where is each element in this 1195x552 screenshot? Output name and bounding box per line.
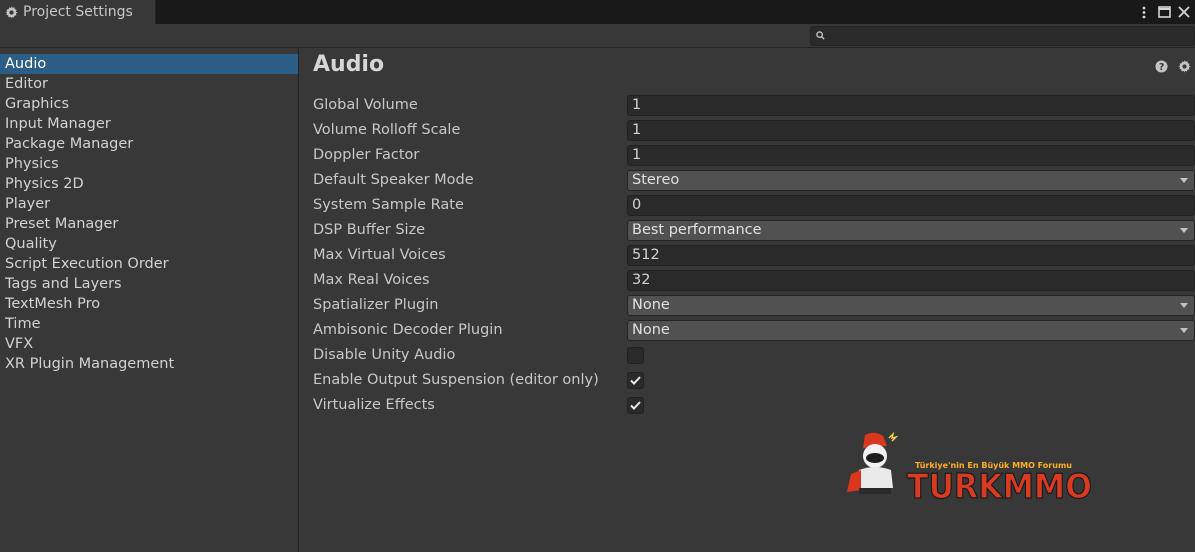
mascot-icon	[847, 431, 899, 494]
volume-rolloff-scale-field[interactable]: 1	[627, 120, 1195, 141]
setting-row-max-real-voices: Max Real Voices 32	[300, 268, 1195, 293]
setting-row-volume-rolloff-scale: Volume Rolloff Scale 1	[300, 118, 1195, 143]
setting-row-max-virtual-voices: Max Virtual Voices 512	[300, 243, 1195, 268]
watermark-brand: TURKMMO	[907, 467, 1092, 505]
setting-row-virtualize-effects: Virtualize Effects	[300, 393, 1195, 418]
sidebar-item-vfx[interactable]: VFX	[0, 334, 298, 354]
setting-row-global-volume: Global Volume 1	[300, 93, 1195, 118]
sidebar-item-graphics[interactable]: Graphics	[0, 94, 298, 114]
setting-label: DSP Buffer Size	[313, 222, 426, 238]
global-volume-field[interactable]: 1	[627, 95, 1195, 116]
sidebar-item-time[interactable]: Time	[0, 314, 298, 334]
setting-row-doppler-factor: Doppler Factor 1	[300, 143, 1195, 168]
sidebar-item-physics-2d[interactable]: Physics 2D	[0, 174, 298, 194]
setting-label: Spatializer Plugin	[313, 297, 439, 313]
system-sample-rate-field[interactable]: 0	[627, 195, 1195, 216]
default-speaker-mode-dropdown[interactable]: Stereo	[627, 170, 1195, 191]
search-icon	[816, 28, 825, 44]
spatializer-plugin-dropdown[interactable]: None	[627, 295, 1195, 316]
sidebar-item-player[interactable]: Player	[0, 194, 298, 214]
sidebar-item-editor[interactable]: Editor	[0, 74, 298, 94]
chevron-down-icon	[1180, 303, 1188, 308]
dropdown-value: None	[632, 322, 670, 338]
setting-label: Enable Output Suspension (editor only)	[313, 372, 599, 388]
max-virtual-voices-field[interactable]: 512	[627, 245, 1195, 266]
chevron-down-icon	[1180, 228, 1188, 233]
settings-sidebar: Audio Editor Graphics Input Manager Pack…	[0, 48, 299, 552]
checkmark-icon	[630, 376, 641, 385]
enable-output-suspension-checkbox[interactable]	[627, 372, 644, 389]
sidebar-item-xr-plugin-management[interactable]: XR Plugin Management	[0, 354, 298, 374]
dropdown-value: None	[632, 297, 670, 313]
setting-label: Ambisonic Decoder Plugin	[313, 322, 503, 338]
setting-label: Disable Unity Audio	[313, 347, 456, 363]
sidebar-item-textmesh-pro[interactable]: TextMesh Pro	[0, 294, 298, 314]
search-input[interactable]	[831, 29, 1194, 43]
setting-label: Max Virtual Voices	[313, 247, 446, 263]
dsp-buffer-size-dropdown[interactable]: Best performance	[627, 220, 1195, 241]
sidebar-item-tags-and-layers[interactable]: Tags and Layers	[0, 274, 298, 294]
search-box[interactable]	[810, 26, 1195, 46]
sidebar-item-script-execution-order[interactable]: Script Execution Order	[0, 254, 298, 274]
setting-row-enable-output-suspension: Enable Output Suspension (editor only)	[300, 368, 1195, 393]
setting-row-system-sample-rate: System Sample Rate 0	[300, 193, 1195, 218]
tab-project-settings[interactable]: Project Settings	[0, 0, 156, 24]
window-titlebar: Project Settings	[0, 0, 1195, 24]
more-icon[interactable]	[1137, 5, 1151, 19]
gear-icon	[4, 5, 18, 19]
setting-label: Doppler Factor	[313, 147, 420, 163]
disable-unity-audio-checkbox[interactable]	[627, 347, 644, 364]
dropdown-value: Best performance	[632, 222, 762, 238]
chevron-down-icon	[1180, 178, 1188, 183]
maximize-icon[interactable]	[1157, 5, 1171, 19]
setting-row-default-speaker-mode: Default Speaker Mode Stereo	[300, 168, 1195, 193]
sidebar-item-physics[interactable]: Physics	[0, 154, 298, 174]
max-real-voices-field[interactable]: 32	[627, 270, 1195, 291]
chevron-down-icon	[1180, 328, 1188, 333]
sidebar-item-input-manager[interactable]: Input Manager	[0, 114, 298, 134]
ambisonic-decoder-plugin-dropdown[interactable]: None	[627, 320, 1195, 341]
setting-row-ambisonic-decoder-plugin: Ambisonic Decoder Plugin None	[300, 318, 1195, 343]
window-title: Project Settings	[23, 4, 133, 20]
setting-label: Default Speaker Mode	[313, 172, 474, 188]
sidebar-item-package-manager[interactable]: Package Manager	[0, 134, 298, 154]
virtualize-effects-checkbox[interactable]	[627, 397, 644, 414]
page-title: Audio	[313, 52, 385, 77]
setting-label: Global Volume	[313, 97, 418, 113]
settings-gear-icon[interactable]	[1177, 59, 1191, 73]
setting-label: Virtualize Effects	[313, 397, 435, 413]
dropdown-value: Stereo	[632, 172, 680, 188]
toolbar	[0, 24, 1195, 48]
sidebar-item-preset-manager[interactable]: Preset Manager	[0, 214, 298, 234]
setting-row-spatializer-plugin: Spatializer Plugin None	[300, 293, 1195, 318]
sidebar-item-audio[interactable]: Audio	[0, 54, 298, 74]
setting-label: Max Real Voices	[313, 272, 430, 288]
sidebar-item-quality[interactable]: Quality	[0, 234, 298, 254]
help-icon[interactable]: ?	[1154, 59, 1168, 73]
close-icon[interactable]	[1177, 5, 1191, 19]
setting-row-dsp-buffer-size: DSP Buffer Size Best performance	[300, 218, 1195, 243]
svg-text:?: ?	[1158, 61, 1163, 72]
checkmark-icon	[630, 401, 641, 410]
setting-label: System Sample Rate	[313, 197, 464, 213]
doppler-factor-field[interactable]: 1	[627, 145, 1195, 166]
setting-row-disable-unity-audio: Disable Unity Audio	[300, 343, 1195, 368]
watermark-logo: Türkiye'nin En Büyük MMO Forumu TURKMMO	[845, 430, 1095, 508]
setting-label: Volume Rolloff Scale	[313, 122, 461, 138]
